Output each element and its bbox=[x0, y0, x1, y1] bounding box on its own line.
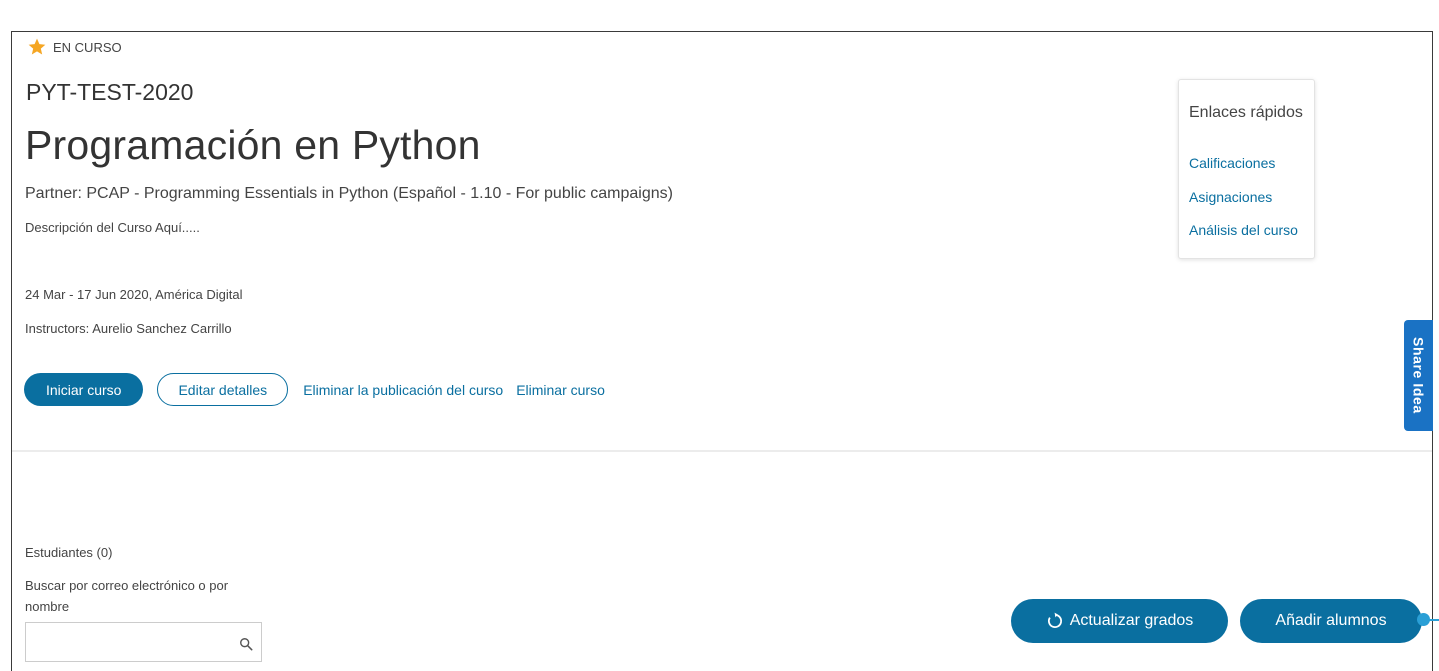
student-search-input[interactable] bbox=[32, 623, 236, 661]
callout-line bbox=[1429, 619, 1439, 621]
quick-links-title: Enlaces rápidos bbox=[1189, 104, 1303, 121]
course-instructors: Instructors: Aurelio Sanchez Carrillo bbox=[25, 321, 232, 336]
edit-details-button[interactable]: Editar detalles bbox=[157, 373, 289, 406]
add-students-button[interactable]: Añadir alumnos bbox=[1240, 599, 1422, 643]
quick-link-analytics[interactable]: Análisis del curso bbox=[1189, 222, 1298, 238]
status-label: EN CURSO bbox=[53, 39, 122, 55]
partner-text: Partner: PCAP - Programming Essentials i… bbox=[25, 185, 673, 202]
refresh-grades-button[interactable]: Actualizar grados bbox=[1011, 599, 1228, 643]
section-divider bbox=[12, 450, 1432, 452]
search-icon[interactable] bbox=[239, 637, 253, 651]
course-description: Descripción del Curso Aquí..... bbox=[25, 220, 200, 235]
delete-course-link[interactable]: Eliminar curso bbox=[516, 382, 605, 398]
course-actions: Iniciar curso Editar detalles Eliminar l… bbox=[24, 373, 605, 406]
share-idea-tab[interactable]: Share Idea bbox=[1404, 320, 1433, 431]
quick-link-assignments[interactable]: Asignaciones bbox=[1189, 189, 1272, 205]
refresh-grades-label: Actualizar grados bbox=[1069, 612, 1194, 629]
share-idea-label: Share Idea bbox=[1410, 337, 1427, 414]
quick-links-card: Enlaces rápidos Calificaciones Asignacio… bbox=[1178, 79, 1315, 259]
course-status: EN CURSO bbox=[27, 37, 122, 57]
refresh-icon bbox=[1047, 612, 1062, 628]
unpublish-course-link[interactable]: Eliminar la publicación del curso bbox=[303, 382, 503, 398]
page-title: Programación en Python bbox=[25, 122, 481, 168]
student-search-box[interactable] bbox=[25, 622, 262, 662]
course-code: PYT-TEST-2020 bbox=[26, 79, 194, 105]
quick-link-grades[interactable]: Calificaciones bbox=[1189, 155, 1275, 171]
start-course-button[interactable]: Iniciar curso bbox=[24, 373, 144, 406]
star-icon bbox=[28, 38, 46, 55]
student-search-label: Buscar por correo electrónico o por nomb… bbox=[25, 578, 229, 614]
students-count-heading: Estudiantes (0) bbox=[25, 545, 113, 560]
course-dates: 24 Mar - 17 Jun 2020, América Digital bbox=[25, 287, 243, 302]
